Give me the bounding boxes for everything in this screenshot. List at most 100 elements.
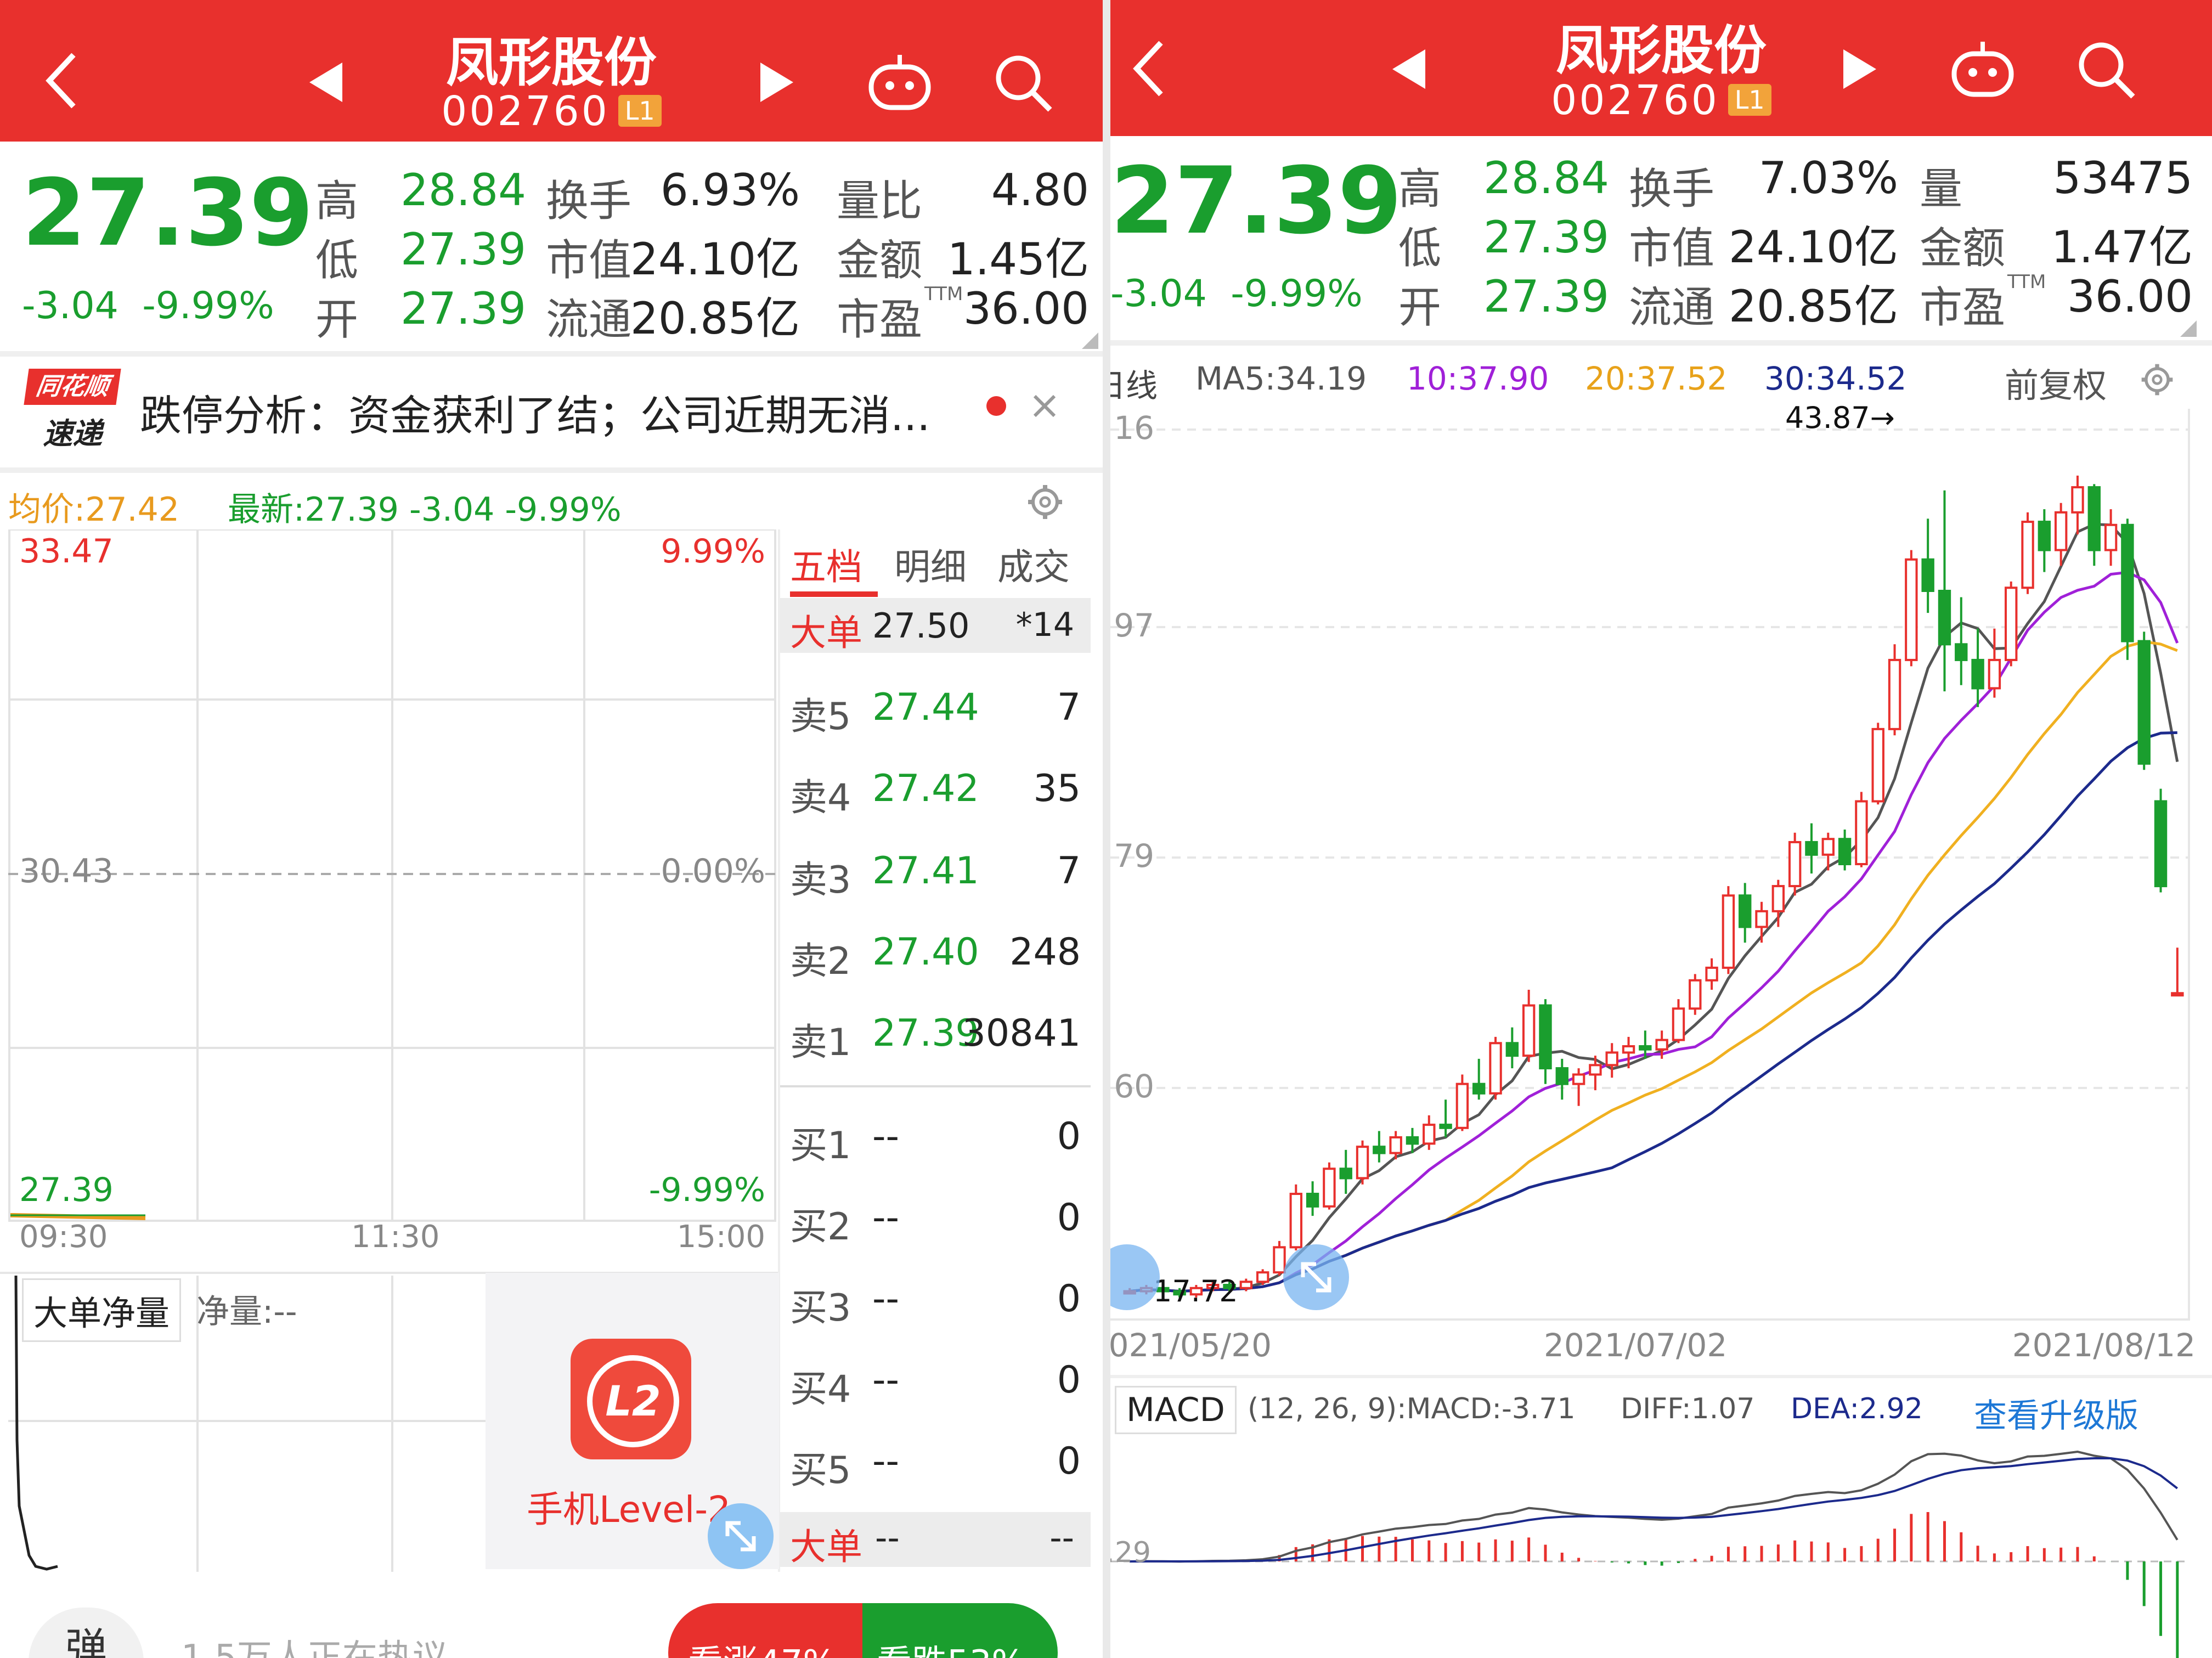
time-end-label: 15:00 (676, 1219, 765, 1255)
bullet-comment-button[interactable]: 弹 (29, 1608, 144, 1658)
close-icon[interactable] (1031, 393, 1058, 419)
macd-dea-line (1130, 1457, 2179, 1563)
mktcap-label: 市值 (546, 236, 632, 285)
candlestick (1339, 1149, 1352, 1194)
min-price-marker: 17.72 (1153, 1274, 1238, 1309)
left-screen: 凤形股份 002760 L1 27.39 -3.04 -9.99% 高 28.84… (0, 0, 1103, 1658)
low-label: 低 (1398, 224, 1442, 273)
bid-row-4: 买4 -- 0 (790, 1358, 1081, 1424)
open-value: 27.39 (1483, 271, 1610, 322)
ask-price: 27.42 (872, 767, 979, 810)
level2-promo[interactable]: L2 手机Level-2 (486, 1273, 779, 1569)
candlestick (2171, 948, 2184, 997)
change-pct: -9.99% (1231, 272, 1363, 315)
candlestick (2021, 512, 2034, 594)
level2-text: 手机Level-2 (527, 1488, 731, 1531)
ask-price: 27.41 (872, 849, 979, 893)
candlestick (1888, 644, 1901, 736)
candlestick (1739, 883, 1752, 943)
pct-mid-label: 0.00% (661, 852, 765, 890)
amount-value: 1.47亿 (2051, 222, 2193, 273)
book-divider (780, 1085, 1091, 1087)
settings-icon[interactable] (1026, 483, 1064, 521)
candlestick (1289, 1184, 1302, 1251)
stock-name: 凤形股份 (446, 32, 657, 93)
tab-trades[interactable]: 成交 (997, 538, 1070, 590)
ask-row-5: 卖5 27.44 7 (790, 686, 1081, 752)
settings-icon[interactable] (2140, 362, 2175, 397)
high-value: 28.84 (1483, 153, 1610, 204)
candlestick (2071, 475, 2084, 534)
tab-detail[interactable]: 明细 (894, 538, 967, 590)
news-text[interactable]: 跌停分析：资金获利了结；公司近期无消... (140, 382, 930, 442)
candlestick (1605, 1043, 1618, 1078)
candlestick (1373, 1131, 1386, 1163)
expand-icon[interactable] (708, 1503, 774, 1569)
candlestick (1505, 1027, 1519, 1069)
discussion-text[interactable]: 1.5万人正在热议... (181, 1629, 481, 1658)
candlestick (1938, 490, 1951, 692)
candlestick (1489, 1036, 1502, 1100)
period-label[interactable]: 日线 (1110, 360, 1158, 406)
bid-row-1: 买1 -- 0 (790, 1115, 1081, 1181)
mktcap-value: 24.10亿 (1728, 222, 1898, 273)
last-price: 27.39 (22, 159, 314, 267)
tab-underline (790, 591, 878, 597)
ma20-label: 20:37.52 (1585, 360, 1728, 397)
next-stock-icon[interactable] (757, 60, 795, 104)
y-label-2: 37.97 (1110, 607, 1154, 644)
amount-value: 1.45亿 (947, 234, 1089, 285)
expand-corner-icon[interactable] (2180, 320, 2197, 337)
candlestick (1971, 628, 1984, 707)
price-change: -3.04 -9.99% (22, 284, 274, 328)
net-volume: 净量:-- (196, 1293, 297, 1331)
next-stock-icon[interactable] (1840, 47, 1878, 91)
x-label-mid: 2021/07/02 (1544, 1327, 1728, 1364)
expand-corner-icon[interactable] (1082, 332, 1098, 349)
candlestick (1555, 1058, 1568, 1100)
right-screen: 凤形股份 002760 L1 27.39 -3.04 -9.99% 高 28.84… (1110, 0, 2212, 1658)
search-icon[interactable] (993, 53, 1053, 113)
search-icon[interactable] (2076, 40, 2136, 100)
stock-code: 002760 L1 (0, 88, 1103, 135)
ask-row-1: 卖1 27.39 30841 (790, 1012, 1081, 1078)
tab-five-levels[interactable]: 五档 (790, 538, 862, 590)
ask-level-label: 卖5 (790, 695, 851, 738)
tab-big-order-net[interactable]: 大单净量 (22, 1278, 182, 1342)
macd-dea: DEA:2.92 (1791, 1392, 1923, 1425)
robot-icon[interactable] (867, 52, 933, 112)
ask-row-4: 卖4 27.42 35 (790, 767, 1081, 833)
pe-ttm: TTM (924, 283, 963, 305)
high-value: 28.84 (400, 165, 527, 216)
adjust-mode-label[interactable]: 前复权 (2005, 358, 2107, 407)
bid-price: -- (872, 1196, 900, 1239)
volratio-value: 4.80 (991, 165, 1089, 216)
last-price: 27.39 (1110, 147, 1402, 255)
bid-volume: 0 (1057, 1115, 1081, 1158)
macd-params: (12, 26, 9):MACD:-3.71 (1248, 1392, 1576, 1425)
amount-label: 金额 (1920, 224, 2006, 273)
ma30-label: 30:34.52 (1764, 360, 1907, 397)
change-value: -3.04 (22, 284, 119, 328)
candlestick (2154, 788, 2168, 893)
x-label-start: 2021/05/20 (1110, 1327, 1272, 1364)
macd-diff: DIFF:1.07 (1621, 1392, 1755, 1425)
robot-icon[interactable] (1950, 38, 2016, 99)
y-label-top: 45.16 (1110, 409, 1154, 447)
level2-icon-text: L2 (587, 1355, 679, 1447)
news-banner[interactable]: 同花顺 速递 跌停分析：资金获利了结；公司近期无消... (0, 357, 1103, 466)
candlestick (2087, 484, 2101, 566)
avg-price: 均价:27.42 (8, 490, 179, 529)
kline-chart[interactable] (1110, 409, 2190, 1325)
float-value: 20.85亿 (1728, 281, 1898, 332)
big-order-label: 大单 (790, 1526, 862, 1568)
y-top-label: 33.47 (19, 532, 114, 571)
bid-volume: 0 (1057, 1440, 1081, 1483)
bid-level-label: 买3 (790, 1287, 851, 1330)
expand-icon[interactable] (1283, 1244, 1349, 1310)
bid-level-label: 买4 (790, 1368, 851, 1411)
candlestick (2121, 518, 2134, 660)
bid-row-2: 买2 -- 0 (790, 1196, 1081, 1262)
header-bar: 凤形股份 002760 L1 (1110, 0, 2212, 136)
candlestick (1672, 999, 1685, 1044)
